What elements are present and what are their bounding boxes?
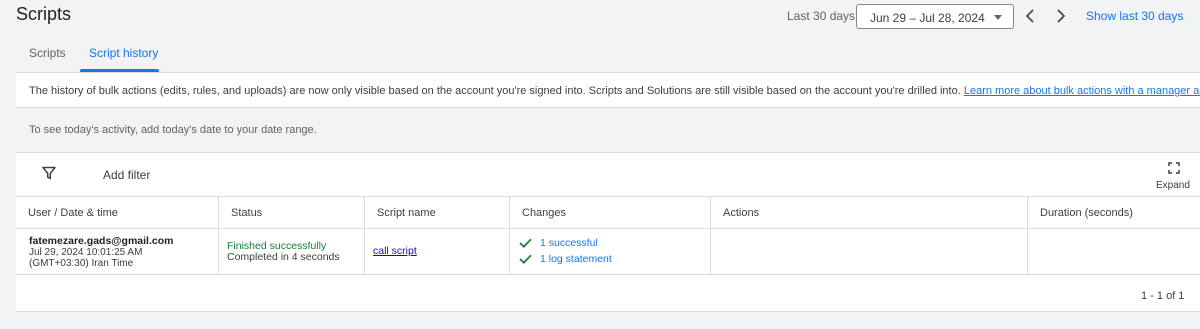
add-filter-button[interactable]: Add filter — [103, 168, 150, 182]
notice-text: The history of bulk actions (edits, rule… — [29, 85, 1200, 97]
change-label: 1 log statement — [540, 253, 612, 265]
run-timezone: (GMT+03:30) Iran Time — [29, 258, 134, 269]
date-range-value: Jun 29 – Jul 28, 2024 — [870, 11, 985, 25]
cell-actions — [710, 229, 1027, 275]
check-icon — [519, 238, 532, 248]
column-header-status[interactable]: Status — [218, 197, 364, 229]
chevron-right-icon — [1057, 9, 1066, 23]
table-header: User / Date & time Status Script name Ch… — [16, 197, 1200, 229]
script-name-link[interactable]: call script — [373, 245, 417, 257]
learn-more-link[interactable]: Learn more about bulk actions with a man… — [964, 85, 1200, 97]
cell-status: Finished successfully Completed in 4 sec… — [218, 229, 364, 275]
cell-user-date-time: fatemezare.gads@gmail.com Jul 29, 2024 1… — [16, 229, 218, 275]
change-successful-link[interactable]: 1 successful — [519, 237, 598, 249]
tab-scripts[interactable]: Scripts — [29, 46, 66, 60]
previous-period-button[interactable] — [1019, 5, 1041, 27]
change-label: 1 successful — [540, 237, 598, 249]
check-icon — [519, 254, 532, 264]
column-header-duration[interactable]: Duration (seconds) — [1027, 197, 1200, 229]
column-header-script-name[interactable]: Script name — [364, 197, 509, 229]
filter-bar: Add filter Expand — [16, 153, 1200, 197]
today-hint: To see today's activity, add today's dat… — [29, 124, 317, 136]
column-header-changes[interactable]: Changes — [509, 197, 710, 229]
next-period-button[interactable] — [1050, 5, 1072, 27]
notice-banner: The history of bulk actions (edits, rule… — [16, 72, 1200, 108]
caret-down-icon — [994, 15, 1002, 20]
user-email: fatemezare.gads@gmail.com — [29, 235, 174, 247]
page-title: Scripts — [16, 4, 72, 24]
cell-script-name: call script — [364, 229, 509, 275]
chevron-left-icon — [1025, 9, 1034, 23]
date-range-label: Last 30 days — [787, 9, 856, 23]
date-range-select[interactable]: Jun 29 – Jul 28, 2024 — [856, 4, 1014, 29]
column-header-user-date-time[interactable]: User / Date & time — [16, 197, 218, 229]
pagination-summary: 1 - 1 of 1 — [1141, 290, 1185, 302]
history-table-card: Add filter Expand User / Date & time Sta… — [16, 152, 1200, 312]
expand-label: Expand — [1156, 180, 1190, 191]
filter-icon[interactable] — [42, 166, 56, 185]
table-row: fatemezare.gads@gmail.com Jul 29, 2024 1… — [16, 229, 1200, 275]
notice-body: The history of bulk actions (edits, rule… — [29, 85, 964, 97]
status-detail: Completed in 4 seconds — [227, 251, 340, 263]
cell-changes: 1 successful 1 log statement — [509, 229, 710, 275]
cell-duration — [1027, 229, 1200, 275]
fullscreen-icon — [1168, 162, 1180, 174]
column-header-actions[interactable]: Actions — [710, 197, 1027, 229]
tab-script-history[interactable]: Script history — [89, 46, 158, 60]
page-header: Scripts Last 30 days Jun 29 – Jul 28, 20… — [0, 0, 1200, 72]
change-log-statement-link[interactable]: 1 log statement — [519, 253, 612, 265]
show-last-30-days-link[interactable]: Show last 30 days — [1086, 9, 1183, 23]
expand-button[interactable]: Expand — [1156, 160, 1196, 194]
run-date: Jul 29, 2024 10:01:25 AM — [29, 247, 143, 258]
